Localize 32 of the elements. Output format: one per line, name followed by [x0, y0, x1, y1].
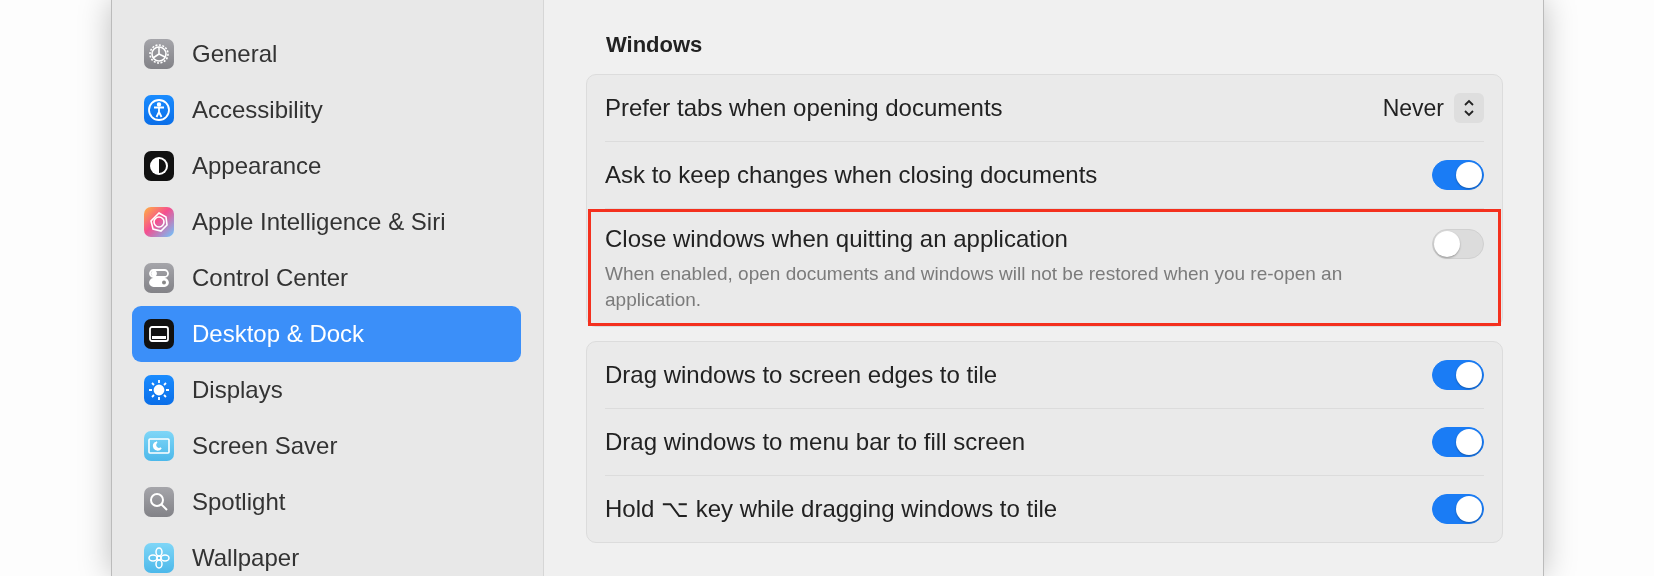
moon-screen-icon	[144, 431, 174, 461]
toggle-switch[interactable]	[1432, 427, 1484, 458]
sidebar-item[interactable]: Apple Intelligence & Siri	[132, 194, 521, 250]
sidebar-item[interactable]: Wallpaper	[132, 530, 521, 576]
person-icon	[144, 95, 174, 125]
sidebar-item[interactable]: Control Center	[132, 250, 521, 306]
section-title: Windows	[606, 32, 704, 58]
setting-label: Close windows when quitting an application	[605, 225, 1069, 253]
popup-value: Never	[1382, 94, 1444, 122]
gear-icon	[144, 39, 174, 69]
switches-icon	[144, 263, 174, 293]
setting-label: Ask to keep changes when closing documents	[605, 161, 1099, 189]
flower-icon	[144, 543, 174, 573]
magnifier-icon	[144, 487, 174, 517]
window-icon	[144, 319, 174, 349]
sun-icon	[144, 375, 174, 405]
toggle-switch[interactable]	[1432, 360, 1484, 391]
setting-label: Drag windows to screen edges to tile	[605, 361, 999, 390]
sidebar-item[interactable]: Appearance	[132, 138, 521, 194]
setting-label: Hold ⌥ key while dragging windows to tile	[605, 495, 1059, 524]
sidebar-item[interactable]: Spotlight	[132, 474, 521, 530]
sidebar-item[interactable]: General	[132, 26, 521, 82]
toggle-switch[interactable]	[1432, 494, 1484, 525]
setting-label: Prefer tabs when opening documents	[605, 94, 1004, 122]
sidebar-item[interactable]: Accessibility	[132, 82, 521, 138]
chevron-up-down-icon	[1463, 98, 1475, 118]
sidebar-item[interactable]: Screen Saver	[132, 418, 521, 474]
toggle-switch[interactable]	[1432, 160, 1484, 190]
popup-button[interactable]	[1454, 93, 1484, 123]
setting-description: When enabled, open documents and windows will not be restored when you re-open an application.	[605, 262, 1344, 312]
setting-label: Drag windows to menu bar to fill screen	[605, 428, 1027, 457]
sidebar-item[interactable]: Displays	[132, 362, 521, 418]
